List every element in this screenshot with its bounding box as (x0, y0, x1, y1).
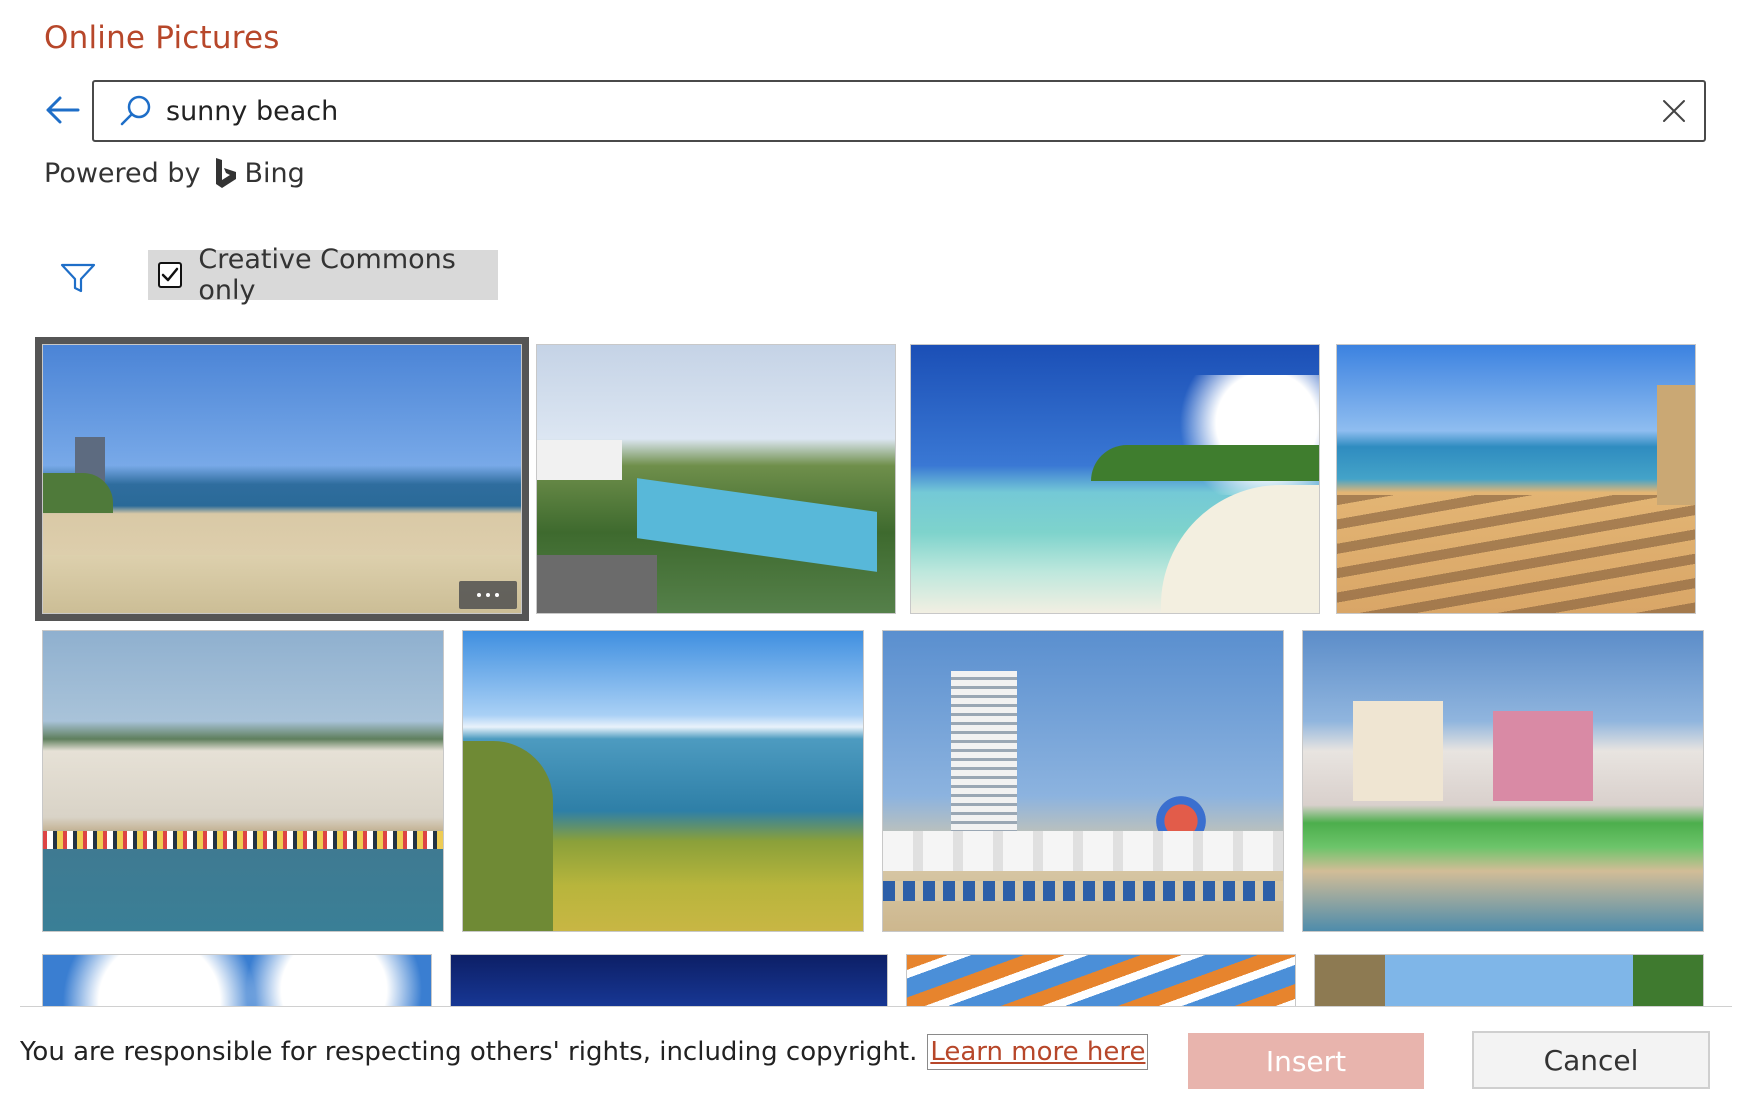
filter-button[interactable] (56, 256, 100, 300)
result-image[interactable] (35, 337, 529, 621)
result-image[interactable] (462, 630, 864, 932)
creative-commons-label: Creative Commons only (198, 244, 456, 306)
close-icon (1663, 100, 1685, 122)
result-image[interactable] (536, 344, 896, 614)
bing-brand-text: Bing (244, 157, 305, 189)
copyright-notice: You are responsible for respecting other… (20, 1034, 1149, 1070)
arrow-left-icon (46, 96, 80, 124)
result-image[interactable] (1314, 954, 1704, 1006)
result-image[interactable] (42, 954, 432, 1006)
insert-button[interactable]: Insert (1188, 1033, 1424, 1089)
copyright-notice-text: You are responsible for respecting other… (20, 1037, 918, 1067)
cancel-button[interactable]: Cancel (1472, 1031, 1710, 1089)
creative-commons-filter[interactable]: Creative Commons only (148, 244, 498, 306)
result-image[interactable] (910, 344, 1320, 614)
search-box[interactable] (92, 80, 1706, 142)
footer-divider (20, 1006, 1732, 1007)
back-button[interactable] (40, 88, 84, 132)
checkmark-icon (161, 267, 179, 282)
powered-by-text: Powered by (44, 157, 201, 189)
result-image[interactable] (42, 630, 444, 932)
result-image[interactable] (906, 954, 1296, 1006)
search-icon (116, 91, 156, 131)
image-results-grid (0, 330, 1752, 1006)
result-image[interactable] (1302, 630, 1704, 932)
dialog-title: Online Pictures (44, 20, 280, 56)
more-options-button[interactable] (459, 581, 517, 609)
result-image[interactable] (882, 630, 1284, 932)
creative-commons-checkbox[interactable] (158, 262, 183, 288)
result-image[interactable] (450, 954, 888, 1006)
bing-logo-icon (213, 156, 239, 190)
learn-more-link[interactable]: Learn more here (927, 1034, 1149, 1070)
search-input[interactable] (164, 81, 1644, 141)
filter-icon (60, 263, 96, 293)
online-pictures-dialog: Online Pictures Powered by Bing (0, 0, 1752, 1102)
powered-by: Powered by Bing (44, 156, 305, 190)
clear-search-button[interactable] (1644, 82, 1704, 140)
result-image[interactable] (1336, 344, 1696, 614)
